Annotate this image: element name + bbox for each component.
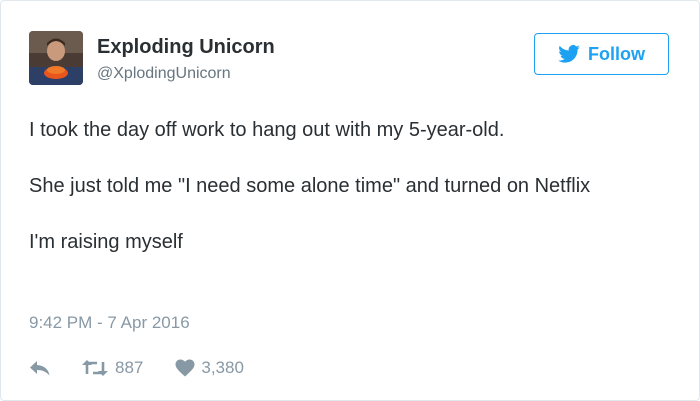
like-count: 3,380 bbox=[201, 358, 244, 377]
like-button[interactable]: 3,380 bbox=[175, 358, 244, 378]
heart-icon bbox=[175, 359, 195, 377]
retweet-button[interactable]: 887 bbox=[81, 358, 143, 378]
retweet-count: 887 bbox=[115, 358, 144, 377]
tweet-timestamp[interactable]: 9:42 PM - 7 Apr 2016 bbox=[29, 313, 190, 333]
tweet-actions: 887 3,380 bbox=[29, 355, 244, 381]
follow-label: Follow bbox=[588, 43, 645, 64]
author-handle[interactable]: @XplodingUnicorn bbox=[97, 65, 231, 83]
tweet-paragraph: I'm raising myself bbox=[29, 231, 183, 253]
tweet-paragraph: She just told me "I need some alone time… bbox=[29, 175, 591, 197]
avatar-image bbox=[29, 31, 83, 85]
tweet-text: I took the day off work to hang out with… bbox=[29, 113, 679, 259]
tweet-card: Exploding Unicorn @XplodingUnicorn Follo… bbox=[0, 0, 700, 401]
reply-button[interactable] bbox=[29, 359, 51, 377]
tweet-paragraph: I took the day off work to hang out with… bbox=[29, 119, 505, 141]
avatar[interactable] bbox=[29, 31, 83, 85]
retweet-icon bbox=[81, 359, 109, 377]
follow-button[interactable]: Follow bbox=[534, 33, 669, 75]
reply-icon bbox=[29, 359, 51, 377]
twitter-bird-icon bbox=[558, 45, 580, 63]
author-name[interactable]: Exploding Unicorn bbox=[97, 36, 275, 59]
